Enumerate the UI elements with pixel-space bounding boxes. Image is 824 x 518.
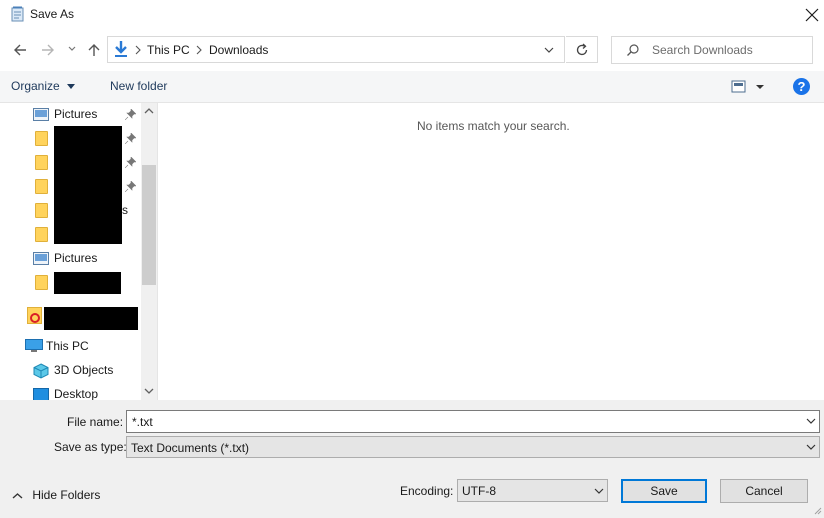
- address-dropdown-button[interactable]: [543, 45, 555, 55]
- pin-icon[interactable]: [125, 109, 136, 120]
- help-button[interactable]: ?: [792, 77, 811, 96]
- recent-locations-button[interactable]: [67, 44, 77, 54]
- scroll-down-button[interactable]: [144, 387, 154, 395]
- toolbar: Organize New folder ?: [0, 71, 824, 103]
- folder-icon: [35, 155, 48, 170]
- address-bar[interactable]: This PC Downloads: [107, 36, 565, 63]
- back-button[interactable]: [11, 40, 31, 60]
- this-pc-icon: [25, 339, 43, 353]
- encoding-select[interactable]: UTF-8: [457, 479, 608, 502]
- 3d-objects-icon: [33, 363, 49, 379]
- nav-item-label: 3D Objects: [54, 363, 114, 377]
- desktop-icon: [33, 388, 49, 400]
- notepad-icon: [10, 6, 26, 22]
- chevron-down-icon: [593, 487, 605, 496]
- chevron-up-icon: [144, 108, 154, 114]
- hide-folders-button[interactable]: Hide Folders: [12, 488, 100, 502]
- view-options-button[interactable]: [731, 80, 769, 94]
- nav-item-pictures[interactable]: Pictures: [0, 247, 141, 269]
- resize-grip[interactable]: [812, 505, 822, 515]
- organize-button[interactable]: Organize: [11, 79, 76, 93]
- chevron-down-icon: [544, 47, 554, 53]
- chevron-down-icon: [144, 388, 154, 394]
- search-input[interactable]: Search Downloads: [611, 36, 813, 64]
- up-button[interactable]: [84, 40, 104, 60]
- encoding-value: UTF-8: [462, 484, 496, 498]
- refresh-button[interactable]: [566, 36, 598, 63]
- downloads-icon: [112, 40, 130, 58]
- chevron-down-icon: [68, 46, 76, 51]
- creative-cloud-icon: [27, 307, 43, 325]
- redacted-label: [54, 272, 121, 294]
- chevron-up-icon: [12, 492, 23, 500]
- nav-item-label: Pictures: [54, 107, 98, 121]
- back-arrow-icon: [14, 44, 26, 56]
- breadcrumb-separator-icon: [195, 45, 203, 55]
- folder-icon: [35, 179, 48, 194]
- up-arrow-icon: [88, 44, 100, 56]
- caret-down-icon: [67, 84, 76, 90]
- nav-item-label: This PC: [46, 339, 89, 353]
- window-title: Save As: [30, 7, 75, 21]
- file-name-input[interactable]: *.txt: [126, 410, 820, 433]
- save-as-type-select[interactable]: Text Documents (*.txt): [126, 436, 820, 458]
- pin-icon[interactable]: [125, 133, 136, 144]
- title-bar: Save As: [0, 0, 824, 30]
- help-icon: ?: [793, 78, 810, 95]
- refresh-icon: [575, 43, 589, 57]
- nav-item-desktop[interactable]: Desktop: [0, 383, 141, 400]
- pin-icon[interactable]: [125, 157, 136, 168]
- encoding-label: Encoding:: [400, 484, 454, 498]
- nav-item-label: s: [122, 203, 128, 217]
- close-icon: [805, 8, 819, 22]
- nav-scrollbar-thumb[interactable]: [142, 165, 156, 285]
- view-icon: [731, 80, 764, 93]
- folder-icon: [35, 227, 48, 242]
- search-icon: [626, 43, 640, 57]
- pin-icon[interactable]: [125, 181, 136, 192]
- svg-text:?: ?: [798, 79, 806, 94]
- forward-button[interactable]: [38, 40, 58, 60]
- file-name-dropdown-button[interactable]: [805, 417, 817, 426]
- scroll-up-button[interactable]: [144, 107, 154, 115]
- navigation-pane[interactable]: Pictures s Pictures This PC 3D Objects D…: [0, 103, 157, 400]
- redacted-block: [54, 126, 122, 244]
- file-list[interactable]: [158, 103, 824, 400]
- file-name-value: *.txt: [132, 415, 153, 429]
- file-name-label: File name:: [67, 415, 124, 429]
- forward-arrow-icon: [42, 44, 54, 56]
- save-as-type-value: Text Documents (*.txt): [131, 441, 250, 455]
- pictures-icon: [33, 252, 49, 265]
- new-folder-button[interactable]: New folder: [110, 79, 167, 93]
- organize-label: Organize: [11, 79, 60, 93]
- folder-icon: [35, 203, 48, 218]
- cancel-button[interactable]: Cancel: [720, 479, 808, 503]
- nav-item-label: Pictures: [54, 251, 98, 265]
- hide-folders-label: Hide Folders: [32, 488, 101, 502]
- breadcrumb-downloads[interactable]: Downloads: [209, 43, 268, 57]
- breadcrumb-separator-icon: [134, 45, 142, 55]
- search-placeholder: Search Downloads: [652, 43, 753, 57]
- nav-item-folder[interactable]: [0, 271, 141, 294]
- nav-item-label: Desktop: [54, 387, 99, 400]
- nav-item-this-pc[interactable]: This PC: [0, 335, 141, 357]
- nav-item-creative-cloud[interactable]: [0, 305, 141, 330]
- save-as-type-label: Save as type:: [54, 440, 127, 454]
- breadcrumb-this-pc[interactable]: This PC: [147, 43, 190, 57]
- chevron-down-icon: [805, 443, 817, 452]
- redacted-label: [44, 307, 138, 330]
- save-button[interactable]: Save: [621, 479, 707, 503]
- nav-item-pictures[interactable]: Pictures: [0, 103, 141, 125]
- nav-item-3d-objects[interactable]: 3D Objects: [0, 359, 141, 381]
- chevron-down-icon: [806, 418, 816, 424]
- pictures-icon: [33, 108, 49, 121]
- folder-icon: [35, 131, 48, 146]
- empty-message: No items match your search.: [417, 119, 570, 133]
- folder-icon: [35, 275, 48, 290]
- close-button[interactable]: [796, 0, 824, 30]
